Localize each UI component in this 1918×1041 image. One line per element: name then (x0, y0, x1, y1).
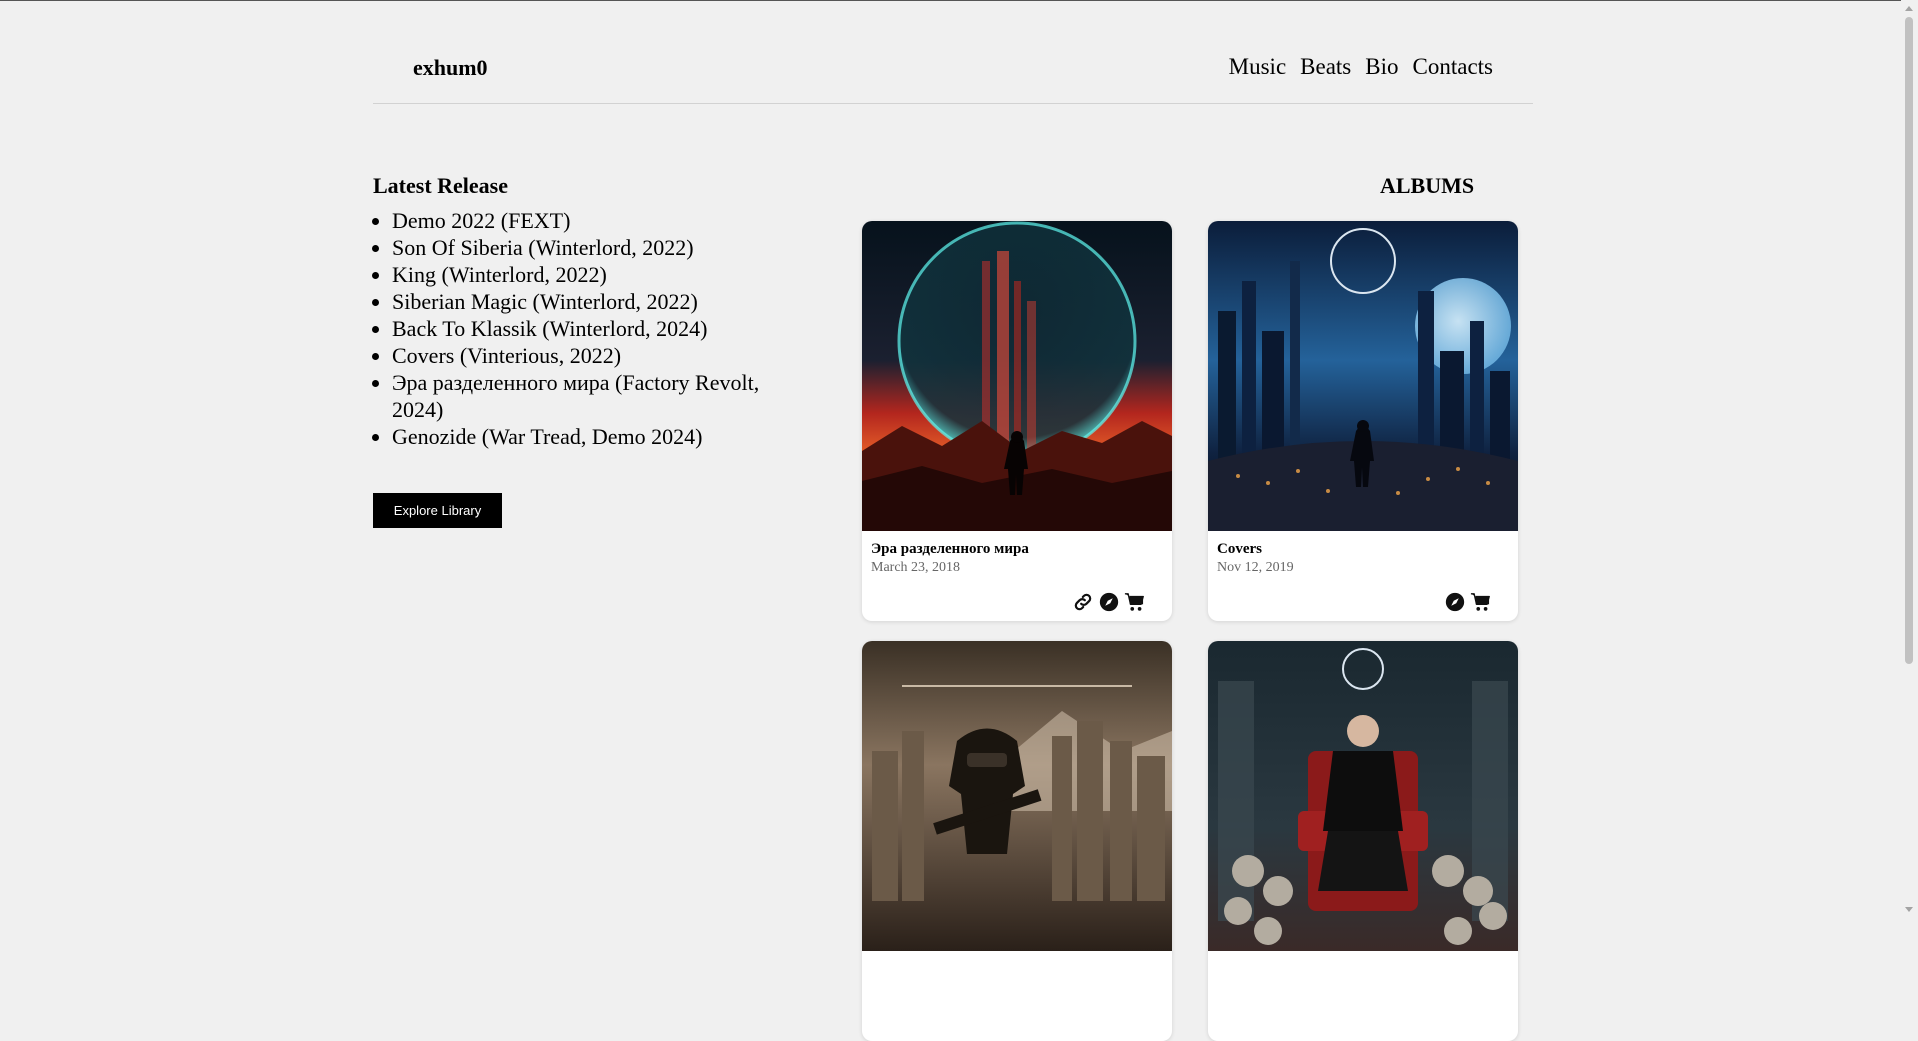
album-cover[interactable] (862, 221, 1172, 531)
scroll-up-arrow-icon[interactable] (1905, 6, 1913, 11)
album-cover[interactable] (862, 641, 1172, 951)
release-item: King (Winterlord, 2022) (392, 261, 813, 288)
release-item: Back To Klassik (Winterlord, 2024) (392, 315, 813, 342)
album-actions (1444, 591, 1492, 613)
scrollbar-thumb[interactable] (1905, 17, 1913, 664)
album-date: Nov 12, 2019 (1217, 560, 1294, 575)
nav-bio[interactable]: Bio (1365, 54, 1398, 80)
album-name[interactable]: Эра разделенного мира (871, 541, 1163, 558)
latest-release-section: Latest Release Demo 2022 (FEXT) Son Of S… (373, 173, 813, 528)
link-icon[interactable] (1072, 591, 1094, 613)
album-name[interactable]: Covers (1217, 541, 1509, 558)
album-card[interactable]: Эра разделенного мира March 23, 2018 (862, 221, 1172, 621)
release-item: Siberian Magic (Winterlord, 2022) (392, 288, 813, 315)
album-cover[interactable] (1208, 221, 1518, 531)
album-info: Covers Nov 12, 2019 (1208, 531, 1518, 576)
nav-beats[interactable]: Beats (1300, 54, 1351, 80)
page-container: exhum0 Music Beats Bio Contacts Latest R… (373, 0, 1533, 1041)
nav-music[interactable]: Music (1229, 54, 1287, 80)
latest-release-heading: Latest Release (373, 173, 509, 198)
album-card[interactable] (1208, 641, 1518, 1041)
album-actions (1072, 591, 1146, 613)
release-item: Covers (Vinterious, 2022) (392, 342, 813, 369)
cart-icon[interactable] (1470, 591, 1492, 613)
main-nav: Music Beats Bio Contacts (1229, 54, 1493, 80)
site-logo[interactable]: exhum0 (413, 55, 488, 81)
release-item: Эра разделенного мира (Factory Revolt, 2… (392, 369, 813, 423)
album-info: Эра разделенного мира March 23, 2018 (862, 531, 1172, 576)
album-date: March 23, 2018 (871, 560, 961, 575)
nav-contacts[interactable]: Contacts (1413, 54, 1494, 80)
latest-release-list: Demo 2022 (FEXT) Son Of Siberia (Winterl… (373, 207, 813, 450)
cart-icon[interactable] (1124, 591, 1146, 613)
album-card[interactable]: Covers Nov 12, 2019 (1208, 221, 1518, 621)
vertical-scrollbar[interactable] (1901, 0, 1918, 918)
release-item: Genozide (War Tread, Demo 2024) (392, 423, 813, 450)
release-item: Demo 2022 (FEXT) (392, 207, 813, 234)
scroll-down-arrow-icon[interactable] (1905, 907, 1913, 912)
album-cover[interactable] (1208, 641, 1518, 951)
albums-heading: ALBUMS (1380, 173, 1475, 198)
explore-library-button[interactable]: Explore Library (373, 493, 502, 528)
compass-icon[interactable] (1098, 591, 1120, 613)
site-header: exhum0 Music Beats Bio Contacts (373, 0, 1533, 104)
compass-icon[interactable] (1444, 591, 1466, 613)
release-item: Son Of Siberia (Winterlord, 2022) (392, 234, 813, 261)
album-card[interactable] (862, 641, 1172, 1041)
